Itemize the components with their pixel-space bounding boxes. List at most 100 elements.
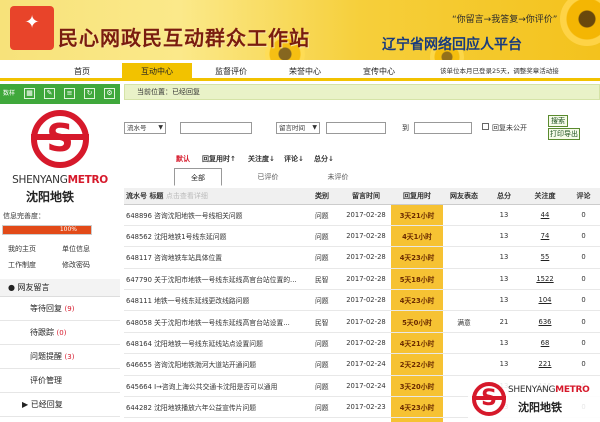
column-header: 评论 (567, 188, 600, 205)
nav-tab-interaction[interactable]: 互动中心 (122, 63, 192, 80)
reply-time-cell: 4天21小时 (391, 332, 443, 355)
table-row[interactable]: 648117 咨询地铁车站具体位置 问题 2017-02-28 4天23小时 13 55 0 (124, 246, 600, 269)
column-header: 总分 (485, 188, 523, 205)
link-work-rules[interactable]: 工作制度 (8, 260, 36, 270)
category-cell: 问题 (313, 246, 341, 269)
attention-cell[interactable]: 74 (523, 225, 567, 248)
settings-icon[interactable]: ⚙ (104, 88, 115, 99)
attention-cell[interactable]: 104 (523, 289, 567, 312)
menu-item-awaiting-reply[interactable]: 等待回复 (9) (0, 297, 120, 321)
field-select[interactable]: 流水号 ▼ (124, 122, 166, 134)
logo-bird-icon: ✦ (24, 12, 40, 33)
attention-cell[interactable]: 44 (523, 204, 567, 226)
message-title-cell[interactable]: 648164 沈阳地铁一号线东延线站点设置问题 (124, 332, 313, 355)
triangle-right-icon: ▶ (22, 400, 29, 409)
column-header: 回复用时 (391, 188, 443, 205)
reply-time-cell: 5天0小时 (391, 310, 443, 333)
message-date-cell: 2017-02-23 (341, 396, 391, 419)
attention-cell[interactable]: 68 (523, 332, 567, 355)
table-row[interactable]: 648058 关于沈阳市地铁一号线东延线高官台站设置... 民智 2017-02-2… (124, 310, 600, 333)
column-header: 关注度 (523, 188, 567, 205)
tab-not-evaluated[interactable]: 未评价 (314, 168, 362, 186)
breadcrumb: 当前位置：已经回复 (124, 84, 600, 100)
message-title-cell[interactable]: 648896 咨询沈阳地铁一号线相关问题 (124, 204, 313, 226)
message-title-cell[interactable]: 645043 I→咨询地铁东延线农业大学站位置 (124, 417, 313, 422)
table-row[interactable]: 646655 咨询沈阳地铁渤河大道站开通问题 问题 2017-02-24 2天22小时… (124, 353, 600, 376)
nav-tab-home[interactable]: 首页 (52, 63, 112, 80)
tab-all[interactable]: 全部 (174, 168, 222, 186)
table-row[interactable]: 648896 咨询沈阳地铁一号线相关问题 问题 2017-02-28 3天21小时 13… (124, 204, 600, 226)
menu-item-tracking[interactable]: 待跟踪 (0) (0, 321, 120, 345)
attention-cell[interactable]: 1522 (523, 268, 567, 291)
start-date-input[interactable] (326, 122, 386, 134)
metro-logo-icon: S (472, 382, 506, 416)
reply-time-cell: 3天21小时 (391, 204, 443, 226)
menu-item-reminders[interactable]: 问题提醒 (3) (0, 345, 120, 369)
chevron-down-icon: ▼ (158, 124, 163, 131)
chevron-down-icon: ▼ (312, 124, 317, 131)
site-logo[interactable]: ✦ (10, 6, 54, 50)
message-title-cell[interactable]: 645664 I→咨询上海公共交通卡沈阳是否可以通用 (124, 375, 313, 398)
reply-time-cell: 3天20小时 (391, 375, 443, 398)
link-change-password[interactable]: 修改密码 (62, 260, 90, 270)
menu-item-evaluation[interactable]: 评价管理 (0, 369, 120, 393)
link-my-homepage[interactable]: 我的主页 (8, 244, 36, 254)
message-title-cell[interactable]: 647790 关于沈阳市地铁一号线东延线高官台站位置的... (124, 268, 313, 291)
link-unit-info[interactable]: 单位信息 (62, 244, 90, 254)
grid-icon[interactable]: ▦ (24, 88, 35, 99)
score-cell: 21 (485, 310, 523, 333)
unpublic-checkbox[interactable] (482, 123, 489, 130)
tab-evaluated[interactable]: 已评价 (244, 168, 292, 186)
table-row[interactable]: 648111 地铁一号线东延线更改线路问题 问题 2017-02-28 4天23小时 1… (124, 289, 600, 312)
score-cell: 13 (485, 289, 523, 312)
info-completeness-bar: 100% (2, 225, 92, 235)
stance-cell (443, 204, 485, 226)
keyword-input[interactable] (180, 122, 252, 134)
table-header-row: 流水号 标题 点击查看详细 类别 留言时间 回复用时 网友表态 总分 关注度 评… (124, 188, 600, 205)
message-title-cell[interactable]: 648117 咨询地铁车站具体位置 (124, 246, 313, 269)
sidebar: 数样 ▦ ✎ ≡ ↻ ⚙ S SHENYANGMETRO 沈阳地铁 信息完善度：… (0, 84, 120, 422)
message-title-cell[interactable]: 648058 关于沈阳市地铁一号线东延线高官台站设置... (124, 310, 313, 333)
table-row[interactable]: 648164 沈阳地铁一号线东延线站点设置问题 问题 2017-02-28 4天21小… (124, 332, 600, 355)
end-date-input[interactable] (414, 122, 472, 134)
message-date-cell: 2017-02-28 (341, 332, 391, 355)
table-row[interactable]: 648562 沈阳地铁1号线东延问题 问题 2017-02-28 4天1小时 13 74 0 (124, 225, 600, 248)
message-title-cell[interactable]: 648562 沈阳地铁1号线东延问题 (124, 225, 313, 248)
message-title-cell[interactable]: 648111 地铁一号线东延线更改线路问题 (124, 289, 313, 312)
search-button[interactable]: 搜索 (548, 115, 568, 127)
sort-attention[interactable]: 关注度↓ (248, 154, 275, 164)
menu-item-replied[interactable]: ▶ 已经回复 (0, 393, 120, 417)
message-title-cell[interactable]: 644282 沈阳地铁播放六年公益宣传片问题 (124, 396, 313, 419)
nav-tab-publicity[interactable]: 宣传中心 (344, 63, 414, 80)
org-name-cn: 沈阳地铁 (26, 190, 75, 204)
sidebar-menu: ● 网友留言 等待回复 (9) 待跟踪 (0) 问题提醒 (3) 评价管理 ▶ … (0, 279, 120, 417)
print-export-button[interactable]: 打印导出 (548, 128, 580, 140)
reply-time-cell: 5天18小时 (391, 268, 443, 291)
nav-tab-honor[interactable]: 荣誉中心 (270, 63, 340, 80)
score-cell: 13 (485, 204, 523, 226)
sort-score[interactable]: 总分↓ (314, 154, 334, 164)
category-cell: 问题 (313, 204, 341, 226)
time-type-select[interactable]: 留言时间 ▼ (276, 122, 320, 134)
attention-cell[interactable]: 55 (523, 246, 567, 269)
sunflower-decoration (560, 0, 600, 46)
list-icon[interactable]: ≡ (64, 88, 75, 99)
category-cell: 问题 (313, 289, 341, 312)
to-label: 到 (402, 124, 409, 132)
reply-time-cell: 4天23小时 (391, 396, 443, 419)
comments-cell: 0 (567, 332, 600, 355)
attention-cell[interactable]: 221 (523, 353, 567, 376)
info-completeness-label: 信息完善度： (3, 212, 45, 220)
sort-comments[interactable]: 评论↓ (284, 154, 304, 164)
message-title-cell[interactable]: 646655 咨询沈阳地铁渤河大道站开通问题 (124, 353, 313, 376)
sort-reply-time[interactable]: 回复用时↑ (202, 154, 236, 164)
menu-group-messages[interactable]: ● 网友留言 (0, 279, 120, 297)
attention-cell[interactable]: 636 (523, 310, 567, 333)
message-date-cell: 2017-02-24 (341, 375, 391, 398)
sort-default[interactable]: 默认 (176, 154, 190, 164)
refresh-icon[interactable]: ↻ (84, 88, 95, 99)
edit-icon[interactable]: ✎ (44, 88, 55, 99)
table-row[interactable]: 647790 关于沈阳市地铁一号线东延线高官台站位置的... 民智 2017-02-… (124, 268, 600, 291)
filter-bar: 流水号 ▼ 留言时间 ▼ 到 回复未公开 搜索 打印导出 (124, 115, 600, 140)
nav-tab-supervision[interactable]: 监督评价 (196, 63, 266, 80)
